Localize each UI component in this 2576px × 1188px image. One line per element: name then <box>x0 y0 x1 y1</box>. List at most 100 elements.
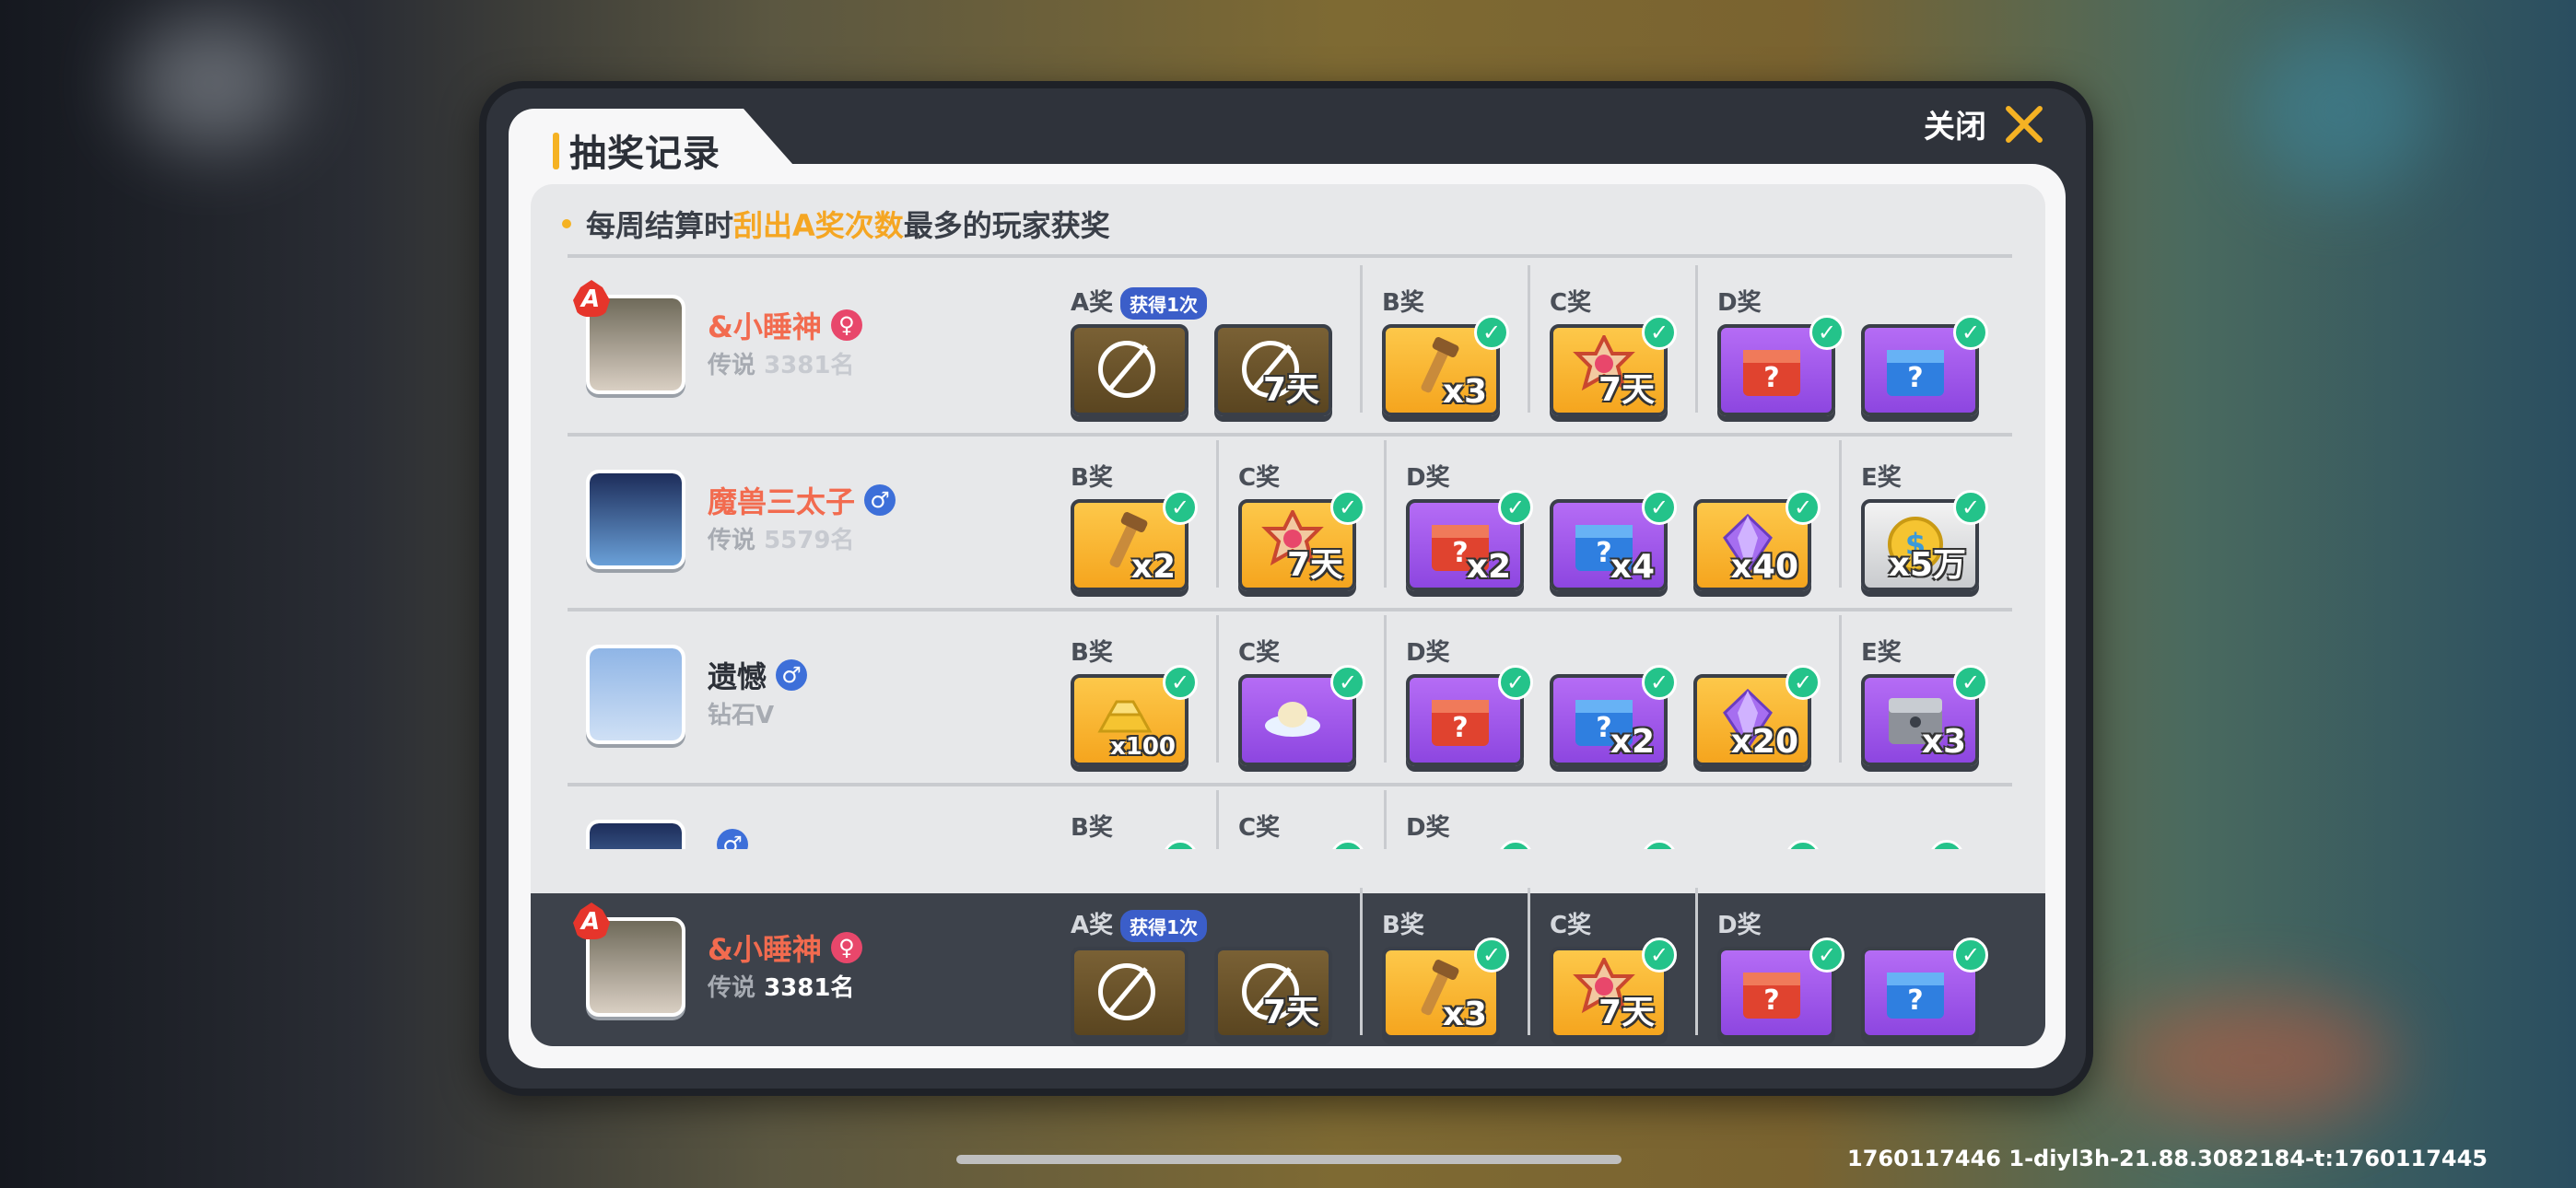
reward-item[interactable]: ? ✓ <box>1406 665 1533 766</box>
rank-value: 3381名 <box>764 352 855 379</box>
won-count-badge: 获得1次 <box>1120 910 1208 942</box>
avatar[interactable] <box>586 820 685 849</box>
rank-value: 5579名 <box>764 527 855 554</box>
reward-item[interactable]: ✓ <box>1238 665 1365 766</box>
check-icon: ✓ <box>1786 490 1821 525</box>
reward-item[interactable]: ? ✓ <box>1717 315 1844 416</box>
group-divider <box>1528 888 1530 1035</box>
bullet-icon <box>562 219 571 228</box>
prize-tier-label: A奖 获得1次 <box>1071 906 1208 942</box>
check-icon: ✓ <box>1953 665 1988 700</box>
prize-tier-label: C奖 <box>1550 912 1592 939</box>
reward-quantity: 7天 <box>1262 371 1319 409</box>
avatar[interactable] <box>586 645 685 744</box>
reward-quantity: x40 <box>1730 548 1798 586</box>
group-divider <box>1695 888 1698 1035</box>
prize-tier-label: D奖 <box>1406 464 1450 492</box>
reward-quantity: 7天 <box>1598 994 1655 1031</box>
prize-tier-label: C奖 <box>1238 814 1281 842</box>
home-indicator[interactable] <box>956 1155 1622 1164</box>
reward-item[interactable]: 7天 <box>1214 324 1332 416</box>
male-gender-icon: ♂ <box>776 659 808 691</box>
group-divider <box>1839 615 1842 763</box>
check-icon: ✓ <box>1809 938 1844 973</box>
reward-quantity: x3 <box>1442 373 1487 411</box>
group-divider <box>1384 440 1387 588</box>
avatar-image <box>590 648 682 740</box>
check-icon: ✓ <box>1498 840 1533 849</box>
reward-item[interactable]: x2 ✓ <box>1071 490 1198 591</box>
group-divider <box>1216 790 1219 849</box>
record-scroll-list[interactable]: A &小睡神 ♀ 传说 3381名 A奖 获得1次 7天 B奖 x3 ✓ C奖 7天 ✓ D奖? ✓? ✓ 魔兽… <box>531 260 2045 849</box>
reward-item[interactable]: x100 ✓ <box>1071 665 1198 766</box>
svg-text:?: ? <box>1907 362 1923 394</box>
check-icon: ✓ <box>1953 938 1988 973</box>
check-icon: ✓ <box>1163 490 1198 525</box>
check-icon: ✓ <box>1809 315 1844 350</box>
reward-item[interactable]: $ x5万 ✓ <box>1861 490 1988 591</box>
player-name[interactable]: &小睡神 <box>708 304 822 346</box>
reward-item[interactable]: x20 ✓ <box>1693 665 1821 766</box>
player-name-line: &小睡神 ♀ <box>708 304 862 346</box>
male-gender-icon: ♂ <box>717 829 748 849</box>
reward-item[interactable]: 7天 <box>1214 947 1332 1039</box>
reward-item[interactable] <box>1071 947 1188 1039</box>
a-prize-flame-badge: A <box>573 280 610 317</box>
prize-tier-label: E奖 <box>1861 639 1902 667</box>
reward-item[interactable] <box>1071 324 1188 416</box>
check-icon: ✓ <box>1953 315 1988 350</box>
reward-item[interactable]: 7天 ✓ <box>1238 490 1365 591</box>
check-icon: ✓ <box>1642 938 1677 973</box>
avatar-image <box>590 823 682 849</box>
red-mystery-box-icon: ? <box>1738 958 1806 1026</box>
reward-quantity: 7天 <box>1598 371 1655 409</box>
won-count-badge: 获得1次 <box>1120 287 1208 320</box>
group-divider <box>1360 888 1363 1035</box>
reward-item[interactable]: ? x2 ✓ <box>1406 490 1533 591</box>
reward-item[interactable]: ? x2 ✓ <box>1550 665 1677 766</box>
reward-quantity: x2 <box>1610 723 1655 761</box>
player-name[interactable]: &小睡神 <box>708 926 822 969</box>
tier-label: 传说 <box>708 352 765 379</box>
check-icon: ✓ <box>1498 490 1533 525</box>
check-icon: ✓ <box>1642 490 1677 525</box>
reward-item[interactable]: x40 ✓ <box>1693 490 1821 591</box>
version-info: 1760117446 1-diyl3h-21.88.3082184-t:1760… <box>1847 1146 2488 1171</box>
reward-quantity: 7天 <box>1286 546 1343 584</box>
reward-item[interactable]: ? ✓ <box>1717 938 1844 1039</box>
check-icon: ✓ <box>1642 840 1677 849</box>
reward-item[interactable]: ? ✓ <box>1861 938 1988 1039</box>
prize-tier-label: B奖 <box>1382 289 1424 317</box>
check-icon: ✓ <box>1330 490 1365 525</box>
a-prize-flame-badge: A <box>573 903 610 939</box>
my-record-row: A &小睡神 ♀ 传说 3381名 A奖 获得1次 7天 B奖 x3 ✓ C奖 7天 ✓ D奖? ✓? ✓ <box>531 888 2045 1046</box>
check-icon: ✓ <box>1474 938 1509 973</box>
blue-mystery-box-icon: ? <box>1881 958 1950 1026</box>
player-record-row: A &小睡神 ♀ 传说 3381名 A奖 获得1次 7天 B奖 x3 ✓ C奖 7天 ✓ D奖? ✓? ✓ <box>531 882 2045 1046</box>
svg-text:?: ? <box>1763 984 1779 1017</box>
player-name[interactable]: 遗憾 <box>708 654 767 696</box>
close-icon[interactable] <box>2003 103 2045 146</box>
reward-item[interactable]: 7天 ✓ <box>1550 315 1677 416</box>
player-record-row: 遗憾 ♂ 钻石V B奖 x100 ✓ C奖 ✓ D奖? ✓? x2 ✓ x20 ✓ E奖 x3 ✓ <box>531 610 2045 785</box>
player-tier: 传说 3381名 <box>708 346 854 380</box>
close-button[interactable]: 关闭 <box>1924 101 2045 146</box>
reward-quantity: x2 <box>1130 548 1176 586</box>
tier-label: 传说 <box>708 527 765 554</box>
tier-label: 钻石V <box>708 702 775 729</box>
check-icon: ✓ <box>1330 665 1365 700</box>
blue-mystery-box-icon: ? <box>1881 335 1950 403</box>
reward-item[interactable]: 7天 ✓ <box>1550 938 1677 1039</box>
check-icon: ✓ <box>1642 315 1677 350</box>
avatar[interactable] <box>586 470 685 569</box>
reward-item[interactable]: ? ✓ <box>1861 315 1988 416</box>
reward-item[interactable]: x3 ✓ <box>1861 665 1988 766</box>
player-name[interactable]: 魔兽三太子 <box>708 479 855 521</box>
reward-item[interactable]: x3 ✓ <box>1382 315 1509 416</box>
group-divider <box>1384 615 1387 763</box>
svg-text:?: ? <box>1763 362 1779 394</box>
player-name-line: 遗憾 ♂ <box>708 654 808 696</box>
reward-item[interactable]: x3 ✓ <box>1382 938 1509 1039</box>
reward-item[interactable]: ? x4 ✓ <box>1550 490 1677 591</box>
prize-tier-label: B奖 <box>1071 814 1113 842</box>
